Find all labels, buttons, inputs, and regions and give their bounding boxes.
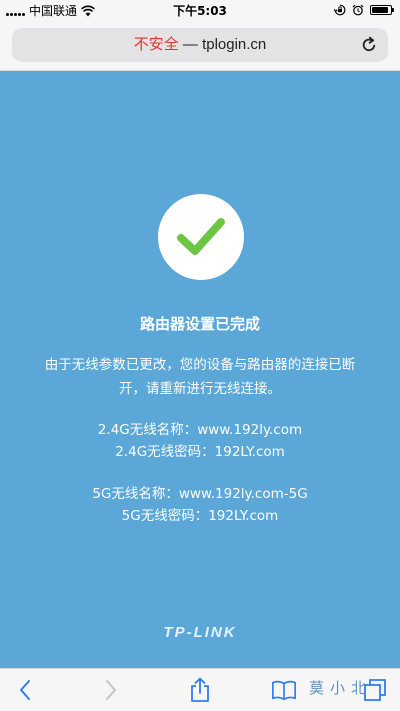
success-badge <box>158 194 244 280</box>
page-title: 路由器设置已完成 <box>139 315 260 333</box>
security-warning: 不安全 <box>133 36 179 53</box>
status-bar: 中国联通 下午5:03 <box>0 0 400 22</box>
back-icon <box>20 680 30 700</box>
browser-page: 中国联通 下午5:03 不安全 — tplogin.cn 路由器设置已完成 由于… <box>0 0 400 711</box>
wifi-24g-password: 2.4G无线密码：192LY.com <box>115 444 285 460</box>
address-area: 不安全 — tplogin.cn <box>0 22 400 71</box>
wifi-5g-password: 5G无线密码：192LY.com <box>121 508 279 524</box>
bookmarks-button[interactable] <box>271 677 297 703</box>
browser-toolbar: 莫小北 <box>0 668 400 711</box>
share-button[interactable] <box>187 677 213 703</box>
url-separator: — <box>178 36 203 53</box>
router-setup-content: 路由器设置已完成 由于无线参数已更改，您的设备与路由器的连接已断开，请重新进行无… <box>0 71 400 668</box>
tp-link-logo: TP-LINK <box>163 624 237 641</box>
forward-icon <box>106 680 116 700</box>
wifi-5g-name: 5G无线名称：www.192ly.com-5G <box>92 486 308 502</box>
address-bar[interactable]: 不安全 — tplogin.cn <box>12 28 388 62</box>
url-domain: tplogin.cn <box>202 36 267 53</box>
alarm-icon <box>352 4 364 16</box>
wifi-24g-name: 2.4G无线名称：www.192ly.com <box>97 422 303 438</box>
watermark: 莫小北 <box>308 679 372 697</box>
bookmarks-icon <box>272 680 296 701</box>
share-icon <box>191 677 209 702</box>
wifi-24g-info: 2.4G无线名称：www.192ly.com 2.4G无线密码：192LY.co… <box>0 419 400 463</box>
battery-icon <box>370 5 394 15</box>
status-right <box>334 4 394 16</box>
check-icon <box>177 218 225 255</box>
forward-button[interactable] <box>98 677 124 703</box>
back-button[interactable] <box>12 677 38 703</box>
wifi-5g-info: 5G无线名称：www.192ly.com-5G 5G无线密码：192LY.com <box>0 483 400 527</box>
url-display[interactable]: 不安全 — tplogin.cn <box>134 36 267 54</box>
reload-icon[interactable] <box>360 36 378 54</box>
disconnect-message: 由于无线参数已更改，您的设备与路由器的连接已断开，请重新进行无线连接。 <box>44 357 356 397</box>
rotation-lock-icon <box>334 4 346 16</box>
